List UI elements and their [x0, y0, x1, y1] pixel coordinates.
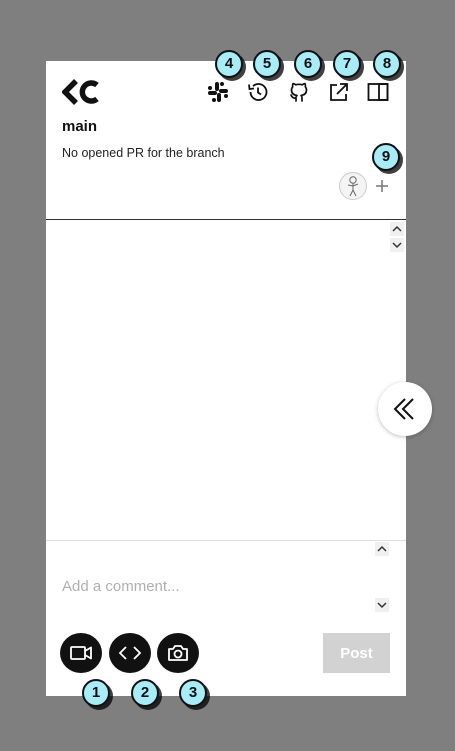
external-link-icon[interactable] [327, 80, 351, 104]
double-chevron-left-icon [393, 398, 414, 420]
annotation-badge: 3 [179, 679, 207, 707]
layout-icon[interactable] [366, 80, 390, 104]
slack-icon[interactable] [206, 80, 230, 104]
cc-logo-icon [62, 79, 99, 105]
annotation-badge: 5 [253, 50, 281, 78]
annotation-badge: 2 [131, 679, 159, 707]
comment-input[interactable] [62, 572, 362, 600]
pr-status-text: No opened PR for the branch [62, 146, 225, 160]
camera-icon [168, 645, 188, 661]
avatar[interactable] [339, 172, 367, 200]
annotation-badge: 4 [215, 50, 243, 78]
comment-scroll-up-arrow[interactable] [375, 542, 389, 556]
collapse-panel-button[interactable] [378, 382, 432, 436]
add-reviewer-button[interactable] [372, 176, 392, 196]
code-icon [118, 646, 142, 660]
annotation-badge: 8 [373, 50, 401, 78]
video-camera-icon [70, 646, 92, 660]
post-button[interactable]: Post [323, 633, 390, 673]
screenshot-button[interactable] [157, 633, 199, 673]
branch-name: main [62, 118, 98, 135]
scroll-up-arrow[interactable] [390, 222, 404, 236]
scroll-down-arrow[interactable] [390, 238, 404, 252]
history-icon[interactable] [246, 80, 270, 104]
annotation-badge: 1 [82, 679, 110, 707]
plus-icon [376, 180, 388, 192]
github-icon[interactable] [287, 80, 311, 104]
annotation-badge: 9 [372, 143, 400, 171]
annotation-badge: 7 [333, 50, 361, 78]
avatar-figure-icon [347, 176, 359, 197]
record-video-button[interactable] [60, 633, 102, 673]
code-button[interactable] [109, 633, 151, 673]
header-divider [46, 219, 406, 220]
comment-scroll-down-arrow[interactable] [375, 598, 389, 612]
annotation-badge: 6 [294, 50, 322, 78]
